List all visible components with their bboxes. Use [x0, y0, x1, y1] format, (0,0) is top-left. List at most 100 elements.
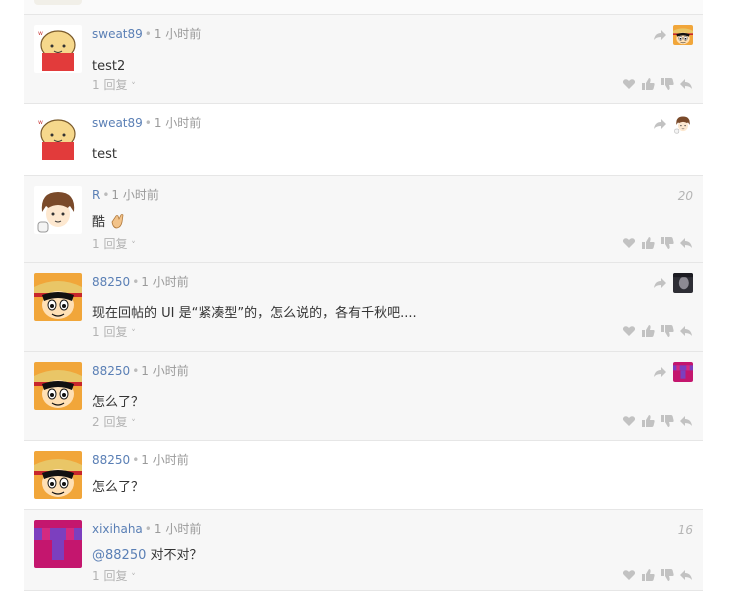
heart-icon[interactable] — [622, 77, 636, 91]
heart-icon[interactable] — [622, 324, 636, 338]
previous-comment-stub — [24, 0, 703, 15]
comment-time: 1 小时前 — [141, 453, 189, 467]
comment-item: sweat89 • 1 小时前 test — [24, 104, 703, 176]
floor-number: 16 — [677, 523, 693, 537]
username-link[interactable]: sweat89 — [92, 27, 143, 41]
chevron-down-icon: ˅ — [131, 419, 136, 429]
comment-text: 对不对？ — [146, 548, 203, 563]
thumbs-down-icon[interactable] — [660, 568, 674, 582]
comment-item: 88250 • 1 小时前 怎么了？ — [24, 441, 703, 510]
heart-icon[interactable] — [622, 414, 636, 428]
bread-face-avatar[interactable] — [34, 25, 82, 73]
comment-meta: 88250 • 1 小时前 — [92, 364, 189, 378]
username-link[interactable]: xixihaha — [92, 522, 143, 536]
forward-icon[interactable] — [653, 28, 667, 42]
comment-meta: 88250 • 1 小时前 — [92, 453, 189, 467]
reply-icon[interactable] — [679, 236, 693, 250]
comment-time: 1 小时前 — [153, 116, 202, 130]
forward-icon[interactable] — [653, 117, 667, 131]
chevron-down-icon: ˅ — [131, 82, 136, 92]
replies-toggle[interactable]: 2 回复 ˅ — [92, 414, 136, 432]
comment-item: 88250 • 1 小时前 现在回帖的 UI 是“紧凑型”的，怎么说的，各有千秋吧.… — [24, 263, 703, 352]
luffy-avatar[interactable] — [34, 451, 82, 499]
comment-corner — [653, 273, 693, 293]
chevron-down-icon: ˅ — [131, 573, 136, 583]
thumbs-down-icon[interactable] — [660, 77, 674, 91]
comment-meta: xixihaha • 1 小时前 — [92, 522, 202, 536]
comment-corner — [653, 114, 693, 134]
thumbs-down-icon[interactable] — [660, 236, 674, 250]
heart-icon[interactable] — [622, 236, 636, 250]
brown-hair-avatar[interactable] — [34, 186, 82, 234]
chevron-down-icon: ˅ — [131, 241, 136, 251]
comment-actions — [622, 77, 693, 91]
comment-time: 1 小时前 — [141, 364, 189, 378]
comment-body: 现在回帖的 UI 是“紧凑型”的，怎么说的，各有千秋吧.... — [92, 306, 417, 321]
replies-toggle[interactable]: 1 回复 ˅ — [92, 236, 136, 254]
dark-portrait-mini-avatar[interactable] — [673, 273, 693, 293]
comment-item: xixihaha • 1 小时前 @88250 对不对？ 1 回复 ˅ 16 — [24, 510, 703, 591]
comment-time: 1 小时前 — [141, 275, 189, 289]
thumbs-up-icon[interactable] — [641, 236, 655, 250]
replies-toggle[interactable]: 1 回复 ˅ — [92, 324, 136, 342]
comment-meta: sweat89 • 1 小时前 — [92, 27, 202, 41]
comment-corner — [653, 362, 693, 382]
bread-face-avatar[interactable] — [34, 114, 82, 162]
reply-icon[interactable] — [679, 568, 693, 582]
thumbs-up-icon[interactable] — [641, 414, 655, 428]
clapping-hands-icon — [109, 213, 125, 229]
reply-icon[interactable] — [679, 324, 693, 338]
replies-count: 1 回复 — [92, 569, 128, 583]
brown-hair-mini-avatar[interactable] — [673, 114, 693, 134]
thumbs-down-icon[interactable] — [660, 324, 674, 338]
replies-count: 1 回复 — [92, 325, 128, 339]
chevron-down-icon: ˅ — [131, 329, 136, 339]
username-link[interactable]: R — [92, 188, 100, 202]
comment-body: test — [92, 147, 117, 162]
comment-item: R • 1 小时前 酷 1 回复 ˅ 20 — [24, 176, 703, 263]
username-link[interactable]: 88250 — [92, 453, 130, 467]
replies-toggle[interactable]: 1 回复 ˅ — [92, 77, 136, 95]
comment-meta: R • 1 小时前 — [92, 188, 159, 202]
username-link[interactable]: 88250 — [92, 275, 130, 289]
luffy-mini-avatar[interactable] — [673, 25, 693, 45]
avatar — [34, 0, 82, 5]
comment-body: 酷 — [92, 213, 125, 232]
comment-actions — [622, 324, 693, 338]
comment-meta: 88250 • 1 小时前 — [92, 275, 189, 289]
comment-time: 1 小时前 — [153, 522, 202, 536]
comment-body: 怎么了？ — [92, 395, 145, 410]
comment-list: sweat89 • 1 小时前 test2 1 回复 ˅ sweat89 • 1 小时前… — [24, 0, 703, 591]
luffy-avatar[interactable] — [34, 273, 82, 321]
comment-item: sweat89 • 1 小时前 test2 1 回复 ˅ — [24, 15, 703, 104]
comment-body: test2 — [92, 59, 126, 74]
luffy-avatar[interactable] — [34, 362, 82, 410]
username-link[interactable]: 88250 — [92, 364, 130, 378]
thumbs-down-icon[interactable] — [660, 414, 674, 428]
forward-icon[interactable] — [653, 276, 667, 290]
comment-item: 88250 • 1 小时前 怎么了？ 2 回复 ˅ — [24, 352, 703, 441]
magenta-pattern-avatar[interactable] — [34, 520, 82, 568]
username-link[interactable]: sweat89 — [92, 116, 143, 130]
floor-number: 20 — [677, 189, 693, 203]
thumbs-up-icon[interactable] — [641, 77, 655, 91]
comment-text: 酷 — [92, 215, 106, 230]
comment-body: @88250 对不对？ — [92, 547, 203, 565]
replies-count: 2 回复 — [92, 415, 128, 429]
reply-icon[interactable] — [679, 414, 693, 428]
thumbs-up-icon[interactable] — [641, 324, 655, 338]
forward-icon[interactable] — [653, 365, 667, 379]
heart-icon[interactable] — [622, 568, 636, 582]
comment-time: 1 小时前 — [153, 27, 202, 41]
thumbs-up-icon[interactable] — [641, 568, 655, 582]
comment-corner — [653, 25, 693, 45]
reply-icon[interactable] — [679, 77, 693, 91]
comment-corner: 16 — [678, 520, 693, 540]
comment-actions — [622, 568, 693, 582]
replies-count: 1 回复 — [92, 78, 128, 92]
replies-toggle[interactable]: 1 回复 ˅ — [92, 568, 136, 586]
comment-time: 1 小时前 — [111, 188, 159, 202]
mention-link[interactable]: @88250 — [92, 548, 146, 563]
magenta-pattern-mini-avatar[interactable] — [673, 362, 693, 382]
replies-count: 1 回复 — [92, 237, 128, 251]
